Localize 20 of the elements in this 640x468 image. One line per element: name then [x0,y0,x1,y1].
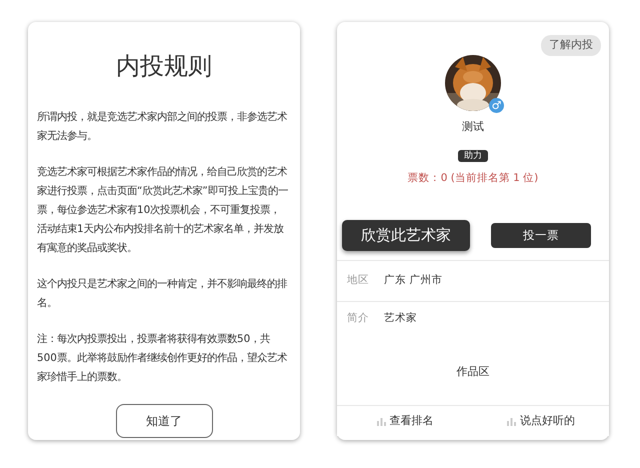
confirm-button[interactable]: 知道了 [116,404,212,438]
artist-name: 测试 [461,118,485,134]
male-icon: ♂ [489,98,504,112]
rule-paragraph: 这个内投只是艺术家之间的一种肯定，并不影响最终的排名。 [37,277,288,311]
works-section-title: 作品区 [456,364,490,380]
field-label: 地区 [347,272,369,288]
field-value: 艺术家 [384,310,417,326]
artist-tag: 助力 [458,150,488,162]
vote-count: 票数：0 (当前排名第 1 位) [406,171,540,186]
field-value: 广东 广州市 [384,272,442,288]
appreciate-button[interactable]: 欣赏此艺术家 [342,220,470,251]
field-label: 简介 [347,310,369,326]
bar-chart-icon [376,416,386,426]
vote-button[interactable]: 投一票 [491,222,591,248]
rule-paragraph: 竞选艺术家可根据艺术家作品的情况，给自己欣赏的艺术家进行投票，点击页面“欣赏此艺术家”即可投上宝贵的一票，每位参选艺术家有10次投票机会，不可重复投票，活动结束1天内公布内投排名前十的艺术家名单，并发放有寓意的奖品或奖状。 [37,165,289,256]
about-button[interactable]: 了解内投 [541,35,601,56]
rule-paragraph: 注：每次内投票投出，投票者将获得有效票数50，共500票。此举将鼓励作者继续创作更好的作品，望众艺术家珍惜手上的票数。 [37,332,288,385]
dialog-title: 内投规则 [115,51,213,82]
rule-paragraph: 所谓内投，就是竞选艺术家内部之间的投票，非参选艺术家无法参与。 [37,110,288,144]
bar-chart-icon [507,416,516,426]
